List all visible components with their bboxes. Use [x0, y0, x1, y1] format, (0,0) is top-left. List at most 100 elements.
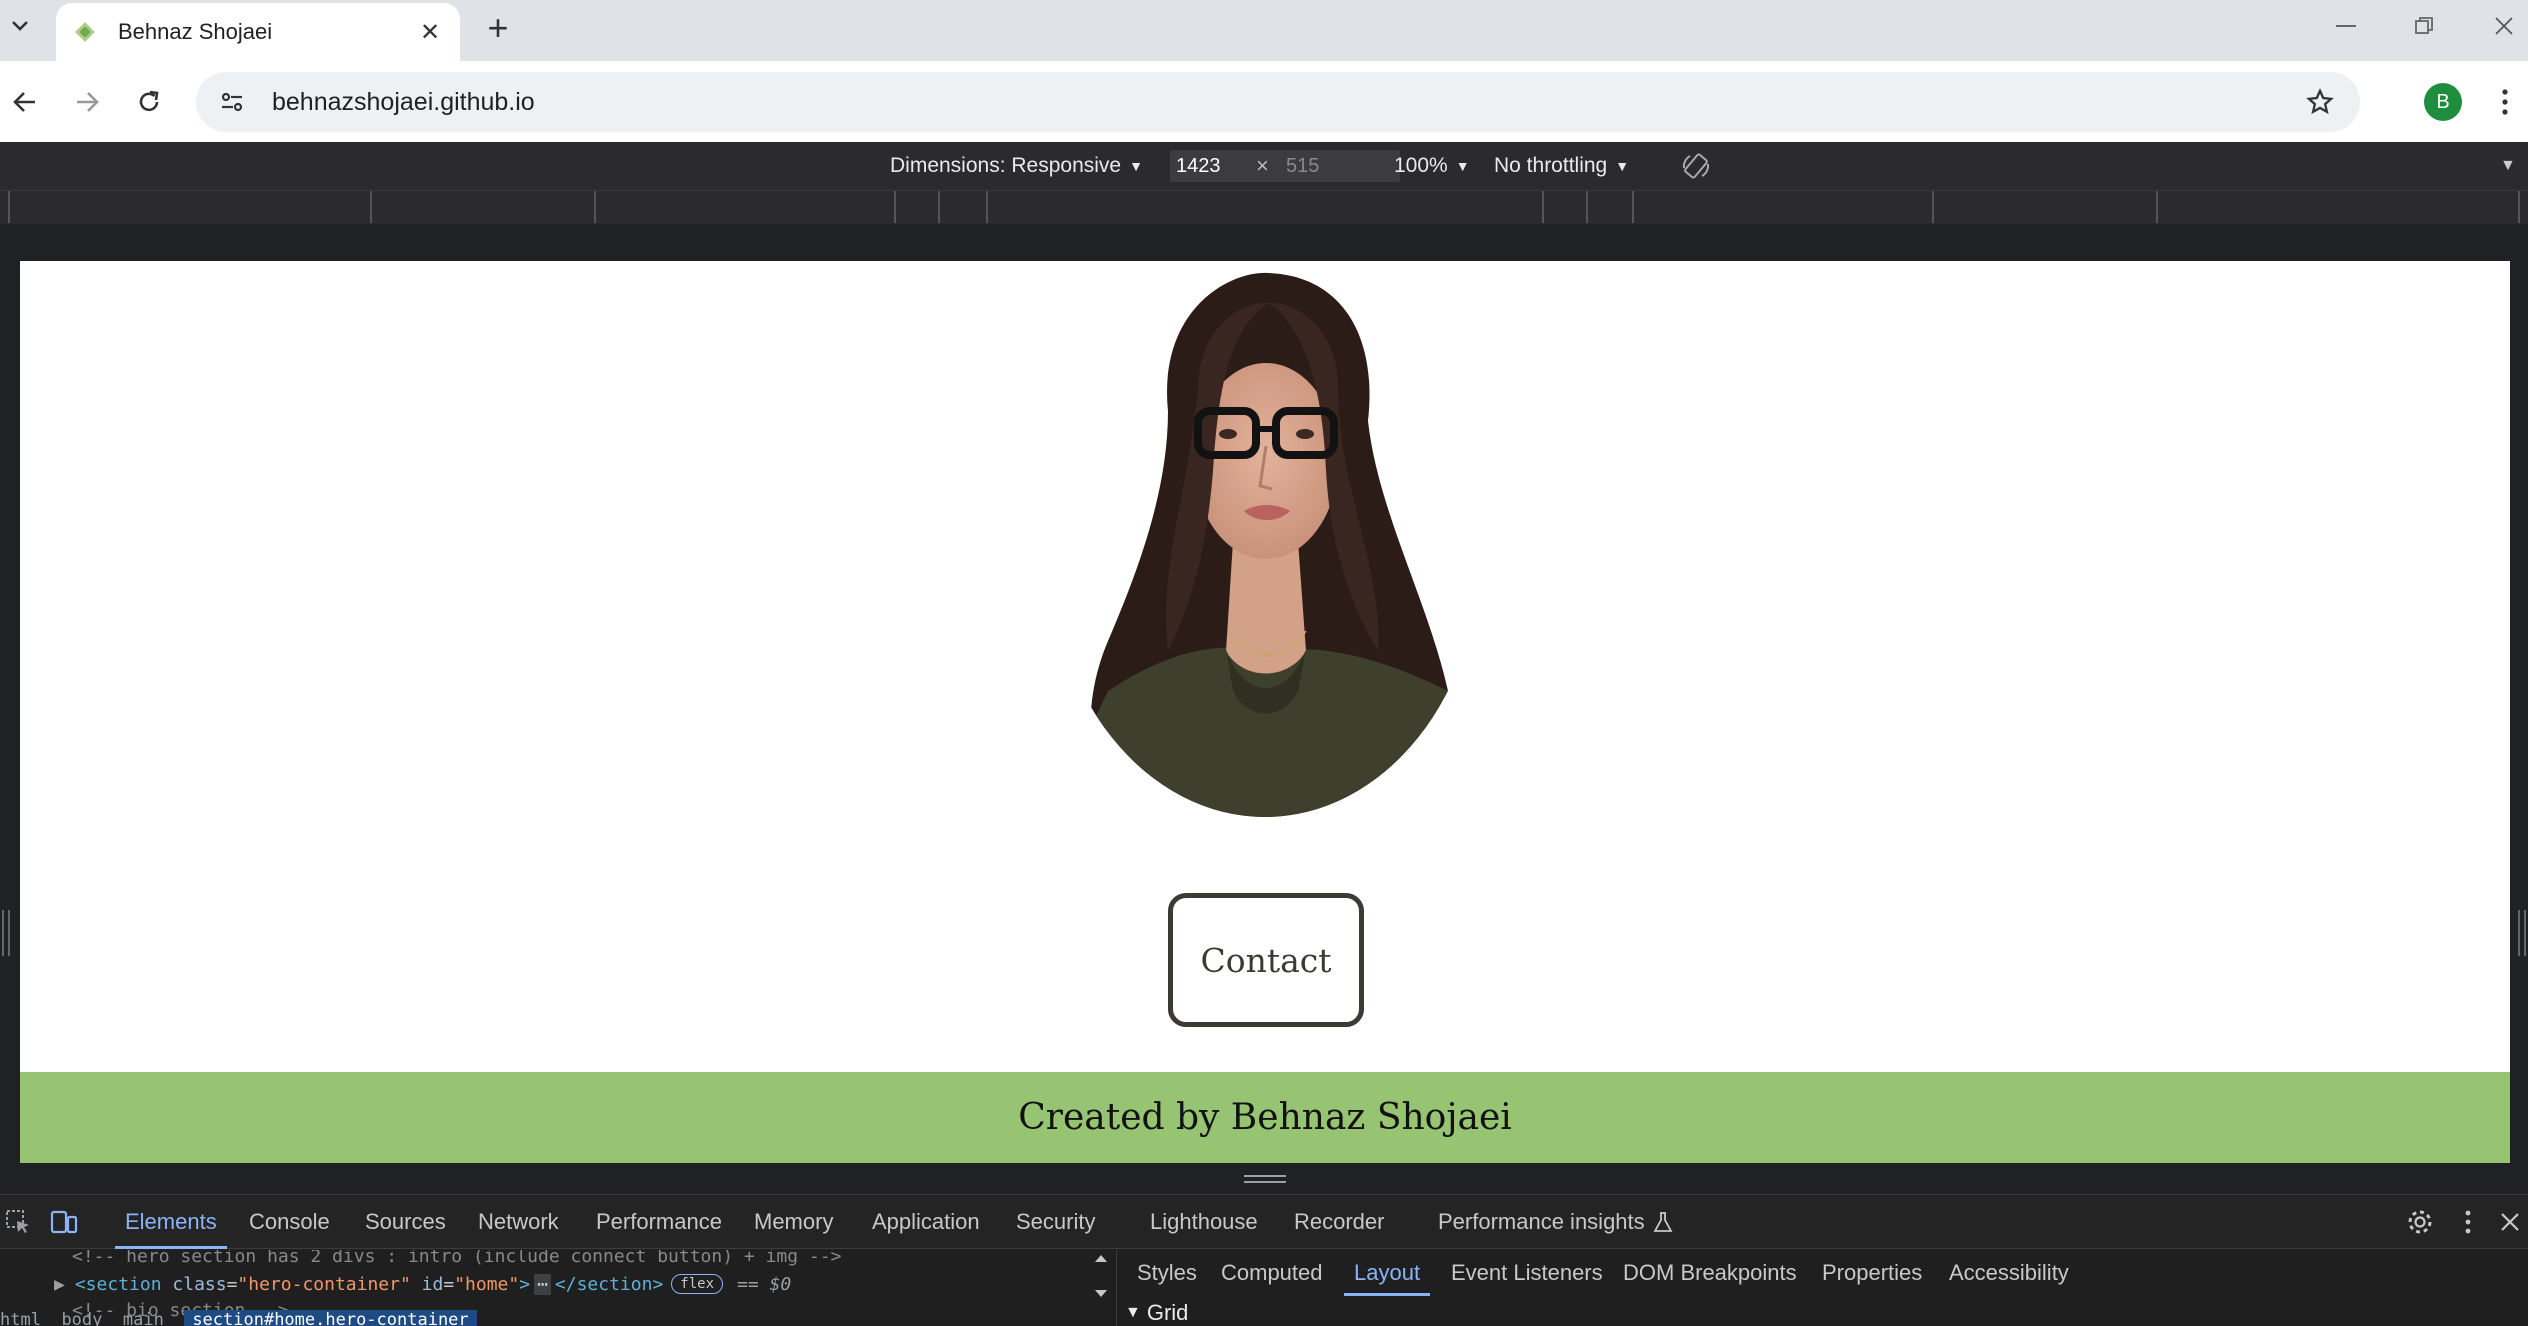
close-bracket: > [519, 1273, 531, 1295]
throttling-dropdown[interactable]: No throttling ▼ [1494, 142, 1629, 190]
url-text[interactable]: behnazshojaei.github.io [272, 88, 2298, 117]
flask-icon [1653, 1212, 1673, 1232]
kebab-menu-icon [2502, 89, 2508, 115]
tab-sources[interactable]: Sources [365, 1195, 446, 1249]
tab-memory[interactable]: Memory [754, 1195, 833, 1249]
tab-performance-insights[interactable]: Performance insights [1438, 1195, 1673, 1249]
devtools-menu-icon[interactable] [2450, 1204, 2486, 1240]
page-footer: Created by Behnaz Shojaei [20, 1072, 2510, 1163]
attr-id: id [421, 1273, 444, 1295]
back-button[interactable] [2, 79, 48, 125]
breadcrumb-item[interactable]: main [123, 1310, 164, 1326]
devtools-tab-bar: Elements Console Sources Network Perform… [0, 1195, 2528, 1249]
dom-comment-line[interactable]: <!-- hero section has 2 divs : intro (in… [72, 1250, 841, 1270]
breadcrumb-active[interactable]: section#home.hero-container [184, 1310, 477, 1326]
profile-avatar[interactable]: B [2424, 83, 2462, 121]
throttling-label: No throttling [1494, 154, 1608, 177]
dom-breadcrumb: html body main section#home.hero-contain… [0, 1310, 477, 1326]
close-icon [2495, 17, 2513, 35]
footer-text: Created by Behnaz Shojaei [1018, 1097, 1512, 1138]
tab-security[interactable]: Security [1016, 1195, 1095, 1249]
open-tag: <section [74, 1273, 162, 1295]
height-input[interactable]: 515 [1280, 150, 1400, 182]
emulated-page: Contact Created by Behnaz Shojaei [20, 261, 2510, 1163]
media-query-segment[interactable] [986, 191, 1544, 223]
tab-event-listeners[interactable]: Event Listeners [1451, 1250, 1603, 1296]
grid-section-label: Grid [1146, 1300, 1189, 1325]
width-input[interactable]: 1423 [1170, 150, 1290, 182]
tab-accessibility[interactable]: Accessibility [1949, 1250, 2069, 1296]
browser-tab[interactable]: Behnaz Shojaei ✕ [56, 3, 460, 61]
settings-gear-icon[interactable] [2402, 1204, 2438, 1240]
arrow-right-icon [77, 92, 99, 112]
address-bar[interactable]: behnazshojaei.github.io [196, 72, 2360, 132]
tab-styles[interactable]: Styles [1137, 1250, 1197, 1296]
tab-recorder[interactable]: Recorder [1294, 1195, 1384, 1249]
triangle-down-icon: ▼ [1125, 1304, 1141, 1321]
browser-toolbar: behnazshojaei.github.io B [0, 61, 2528, 142]
dom-selected-node[interactable]: ▶ <section class = "hero-container" id = "ho… [0, 1270, 791, 1298]
restore-icon [2415, 17, 2433, 34]
reload-icon [139, 90, 159, 112]
tab-close-icon[interactable]: ✕ [412, 14, 448, 50]
tab-search-button[interactable] [0, 0, 40, 52]
restore-button[interactable] [2384, 0, 2464, 52]
sidebar-pane: Styles Computed Layout Event Listeners D… [1116, 1250, 2528, 1326]
inspect-element-icon[interactable] [0, 1204, 36, 1240]
tab-performance[interactable]: Performance [596, 1195, 722, 1249]
val-id: "home" [454, 1273, 520, 1295]
new-tab-button[interactable]: + [476, 6, 520, 50]
tab-computed[interactable]: Computed [1221, 1250, 1323, 1296]
left-resize-handle[interactable] [2, 910, 10, 956]
minimize-icon [2336, 25, 2356, 27]
caret-down-icon: ▼ [1129, 158, 1143, 174]
favicon-icon [70, 17, 100, 47]
rotate-icon[interactable] [1678, 148, 1714, 184]
site-info-icon[interactable] [210, 80, 254, 124]
selected-ref: == $0 [737, 1273, 792, 1295]
devtools-panel: Elements Console Sources Network Perform… [0, 1194, 2528, 1326]
tab-elements[interactable]: Elements [115, 1195, 227, 1249]
device-toolbar: Dimensions: Responsive ▼ 1423 × 515 100%… [0, 142, 2528, 190]
tab-properties[interactable]: Properties [1822, 1250, 1922, 1296]
forward-button[interactable] [64, 79, 110, 125]
minimize-button[interactable] [2306, 0, 2386, 52]
bookmark-star-icon[interactable] [2298, 80, 2342, 124]
media-query-bar [0, 190, 2528, 224]
grid-section-header[interactable]: ▼ Grid [1125, 1300, 1188, 1326]
close-window-button[interactable] [2464, 0, 2528, 52]
tab-lighthouse[interactable]: Lighthouse [1150, 1195, 1258, 1249]
zoom-dropdown[interactable]: 100% ▼ [1394, 142, 1470, 190]
close-tag: </section> [554, 1273, 664, 1295]
device-toolbar-toggle-icon[interactable] [46, 1204, 82, 1240]
devtools-close-icon[interactable] [2492, 1204, 2528, 1240]
tab-application[interactable]: Application [872, 1195, 980, 1249]
tab-console[interactable]: Console [249, 1195, 330, 1249]
breadcrumb-item[interactable]: html [0, 1310, 41, 1326]
zoom-label: 100% [1394, 154, 1448, 177]
collapsed-ellipsis[interactable]: ⋯ [534, 1273, 551, 1295]
tab-network[interactable]: Network [478, 1195, 559, 1249]
tab-title: Behnaz Shojaei [118, 19, 273, 44]
profile-portrait-image [1048, 271, 1482, 817]
val-class: "hero-container" [237, 1273, 411, 1295]
tab-layout[interactable]: Layout [1343, 1250, 1431, 1296]
tab-performance-insights-label: Performance insights [1438, 1209, 1645, 1234]
right-resize-handle[interactable] [2518, 910, 2526, 956]
tab-strip: Behnaz Shojaei ✕ + [0, 0, 2528, 61]
caret-down-icon: ▼ [1455, 158, 1470, 174]
reload-button[interactable] [126, 79, 172, 125]
bottom-resize-handle[interactable] [1242, 1172, 1288, 1186]
chevron-down-icon [12, 21, 28, 31]
dimensions-dropdown[interactable]: Dimensions: Responsive ▼ [890, 142, 1143, 190]
elements-scrollbar[interactable] [1090, 1250, 1112, 1326]
caret-down-icon: ▼ [1615, 158, 1630, 174]
flex-badge[interactable]: flex [671, 1274, 723, 1294]
breadcrumb-item[interactable]: body [61, 1310, 102, 1326]
tab-dom-breakpoints[interactable]: DOM Breakpoints [1623, 1250, 1797, 1296]
dimensions-label: Dimensions: Responsive [890, 154, 1122, 177]
device-toolbar-more-icon[interactable]: ▼ [2500, 142, 2516, 190]
contact-button[interactable]: Contact [1168, 893, 1364, 1027]
expand-arrow-icon[interactable]: ▶ [54, 1274, 65, 1295]
browser-menu-button[interactable] [2490, 79, 2520, 125]
